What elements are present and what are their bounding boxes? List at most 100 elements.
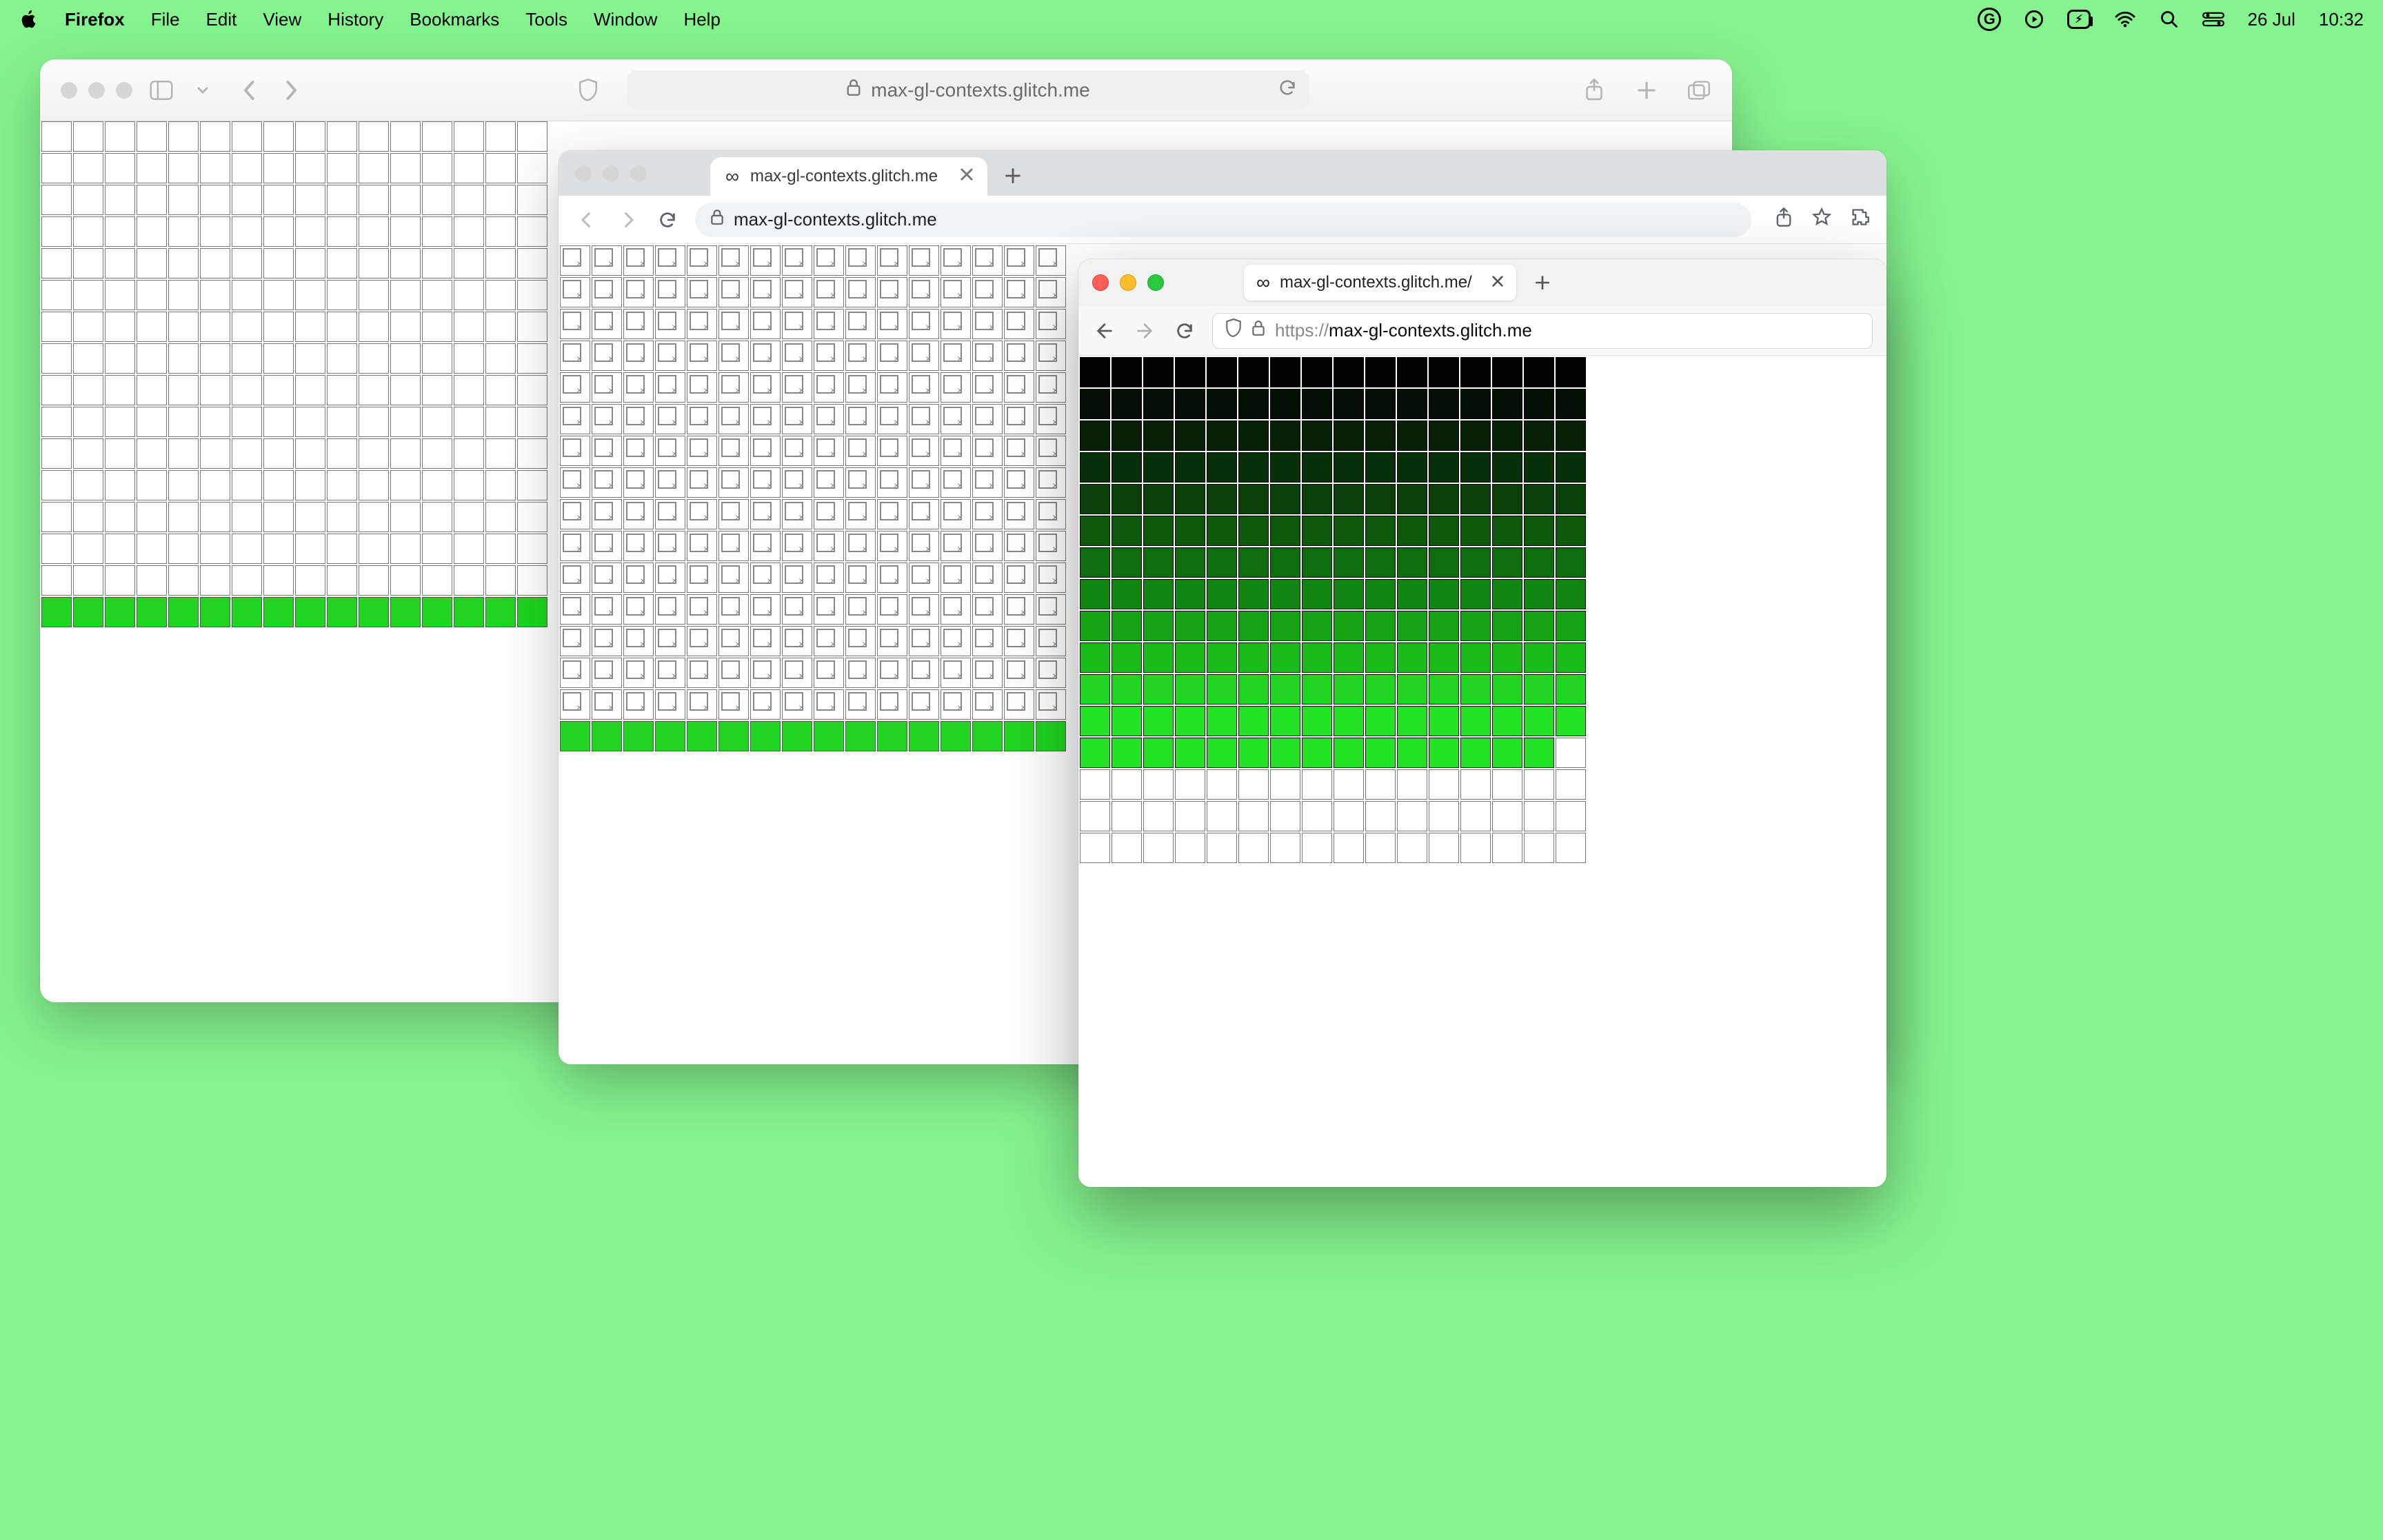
canvas-cell	[877, 245, 907, 276]
canvas-cell	[1143, 516, 1174, 546]
canvas-cell	[1302, 421, 1332, 451]
canvas-cell	[41, 312, 72, 342]
chrome-tab[interactable]: ∞ max-gl-contexts.glitch.me	[710, 157, 987, 196]
canvas-cell	[1397, 674, 1427, 705]
minimize-dot-icon[interactable]	[603, 165, 619, 182]
canvas-cell	[1492, 452, 1522, 483]
canvas-cell	[1524, 389, 1554, 419]
safari-forward-button[interactable]	[279, 78, 303, 103]
firefox-address-bar[interactable]: https://max-gl-contexts.glitch.me	[1212, 313, 1873, 349]
canvas-cell	[560, 277, 590, 307]
safari-sidebar-button[interactable]	[149, 78, 174, 103]
chrome-new-tab-button[interactable]	[996, 159, 1030, 193]
menubar-time[interactable]: 10:32	[2319, 9, 2364, 30]
chrome-extensions-button[interactable]	[1851, 207, 1870, 232]
firefox-back-button[interactable]	[1092, 318, 1117, 343]
menu-tools[interactable]: Tools	[525, 9, 567, 30]
safari-privacy-shield-icon[interactable]	[576, 78, 601, 103]
menu-view[interactable]: View	[263, 9, 301, 30]
zoom-dot-icon[interactable]	[116, 82, 132, 99]
canvas-cell	[1334, 674, 1364, 705]
firefox-new-tab-button[interactable]	[1527, 267, 1558, 298]
chrome-reload-button[interactable]	[655, 207, 680, 232]
firefox-tab[interactable]: ∞ max-gl-contexts.glitch.me/	[1244, 265, 1516, 301]
menu-file[interactable]: File	[151, 9, 180, 30]
canvas-cell	[295, 248, 325, 278]
spotlight-menubar-icon[interactable]	[2160, 10, 2179, 29]
chrome-traffic-lights[interactable]	[575, 165, 647, 182]
canvas-cell	[359, 375, 389, 405]
safari-sidebar-menu-chevron-icon[interactable]	[190, 78, 215, 103]
canvas-cell	[295, 153, 325, 183]
canvas-cell	[1080, 452, 1110, 483]
canvas-cell	[1556, 579, 1586, 609]
canvas-cell	[105, 185, 135, 215]
minimize-dot-icon[interactable]	[88, 82, 105, 99]
canvas-cell	[359, 312, 389, 342]
battery-menubar-icon[interactable]: ⚡︎	[2067, 10, 2090, 29]
canvas-cell	[845, 436, 876, 466]
lock-icon[interactable]	[1251, 320, 1265, 341]
canvas-cell	[359, 343, 389, 374]
canvas-cell	[327, 280, 357, 310]
canvas-cell	[1004, 563, 1034, 593]
firefox-forward-button[interactable]	[1132, 318, 1157, 343]
canvas-cell	[1080, 706, 1110, 736]
screenrec-menubar-icon[interactable]	[2024, 10, 2044, 29]
tracking-protection-icon[interactable]	[1225, 318, 1242, 343]
grammarly-menubar-icon[interactable]: G	[1978, 8, 2001, 31]
canvas-cell	[359, 185, 389, 215]
canvas-cell	[560, 309, 590, 339]
zoom-dot-icon[interactable]	[1147, 274, 1164, 291]
canvas-cell	[655, 689, 685, 720]
safari-new-tab-button[interactable]	[1634, 78, 1659, 103]
menu-history[interactable]: History	[328, 9, 383, 30]
canvas-cell	[1429, 674, 1459, 705]
control-center-menubar-icon[interactable]	[2202, 11, 2224, 28]
canvas-cell	[263, 216, 294, 247]
zoom-dot-icon[interactable]	[630, 165, 647, 182]
chrome-share-button[interactable]	[1775, 207, 1793, 232]
canvas-cell	[560, 436, 590, 466]
close-dot-icon[interactable]	[575, 165, 592, 182]
minimize-dot-icon[interactable]	[1120, 274, 1136, 291]
canvas-cell	[263, 153, 294, 183]
canvas-cell	[1365, 833, 1396, 863]
menu-window[interactable]: Window	[594, 9, 657, 30]
firefox-reload-button[interactable]	[1172, 318, 1197, 343]
wifi-menubar-icon[interactable]	[2114, 10, 2136, 28]
safari-tabs-overview-button[interactable]	[1687, 78, 1711, 103]
safari-reload-button[interactable]	[1278, 78, 1297, 102]
close-dot-icon[interactable]	[1092, 274, 1109, 291]
menu-help[interactable]: Help	[683, 9, 720, 30]
canvas-cell	[1365, 769, 1396, 800]
firefox-traffic-lights[interactable]	[1092, 274, 1164, 291]
apple-menu-icon[interactable]	[19, 9, 39, 30]
safari-back-button[interactable]	[237, 78, 262, 103]
menu-edit[interactable]: Edit	[206, 9, 237, 30]
canvas-cell	[1004, 499, 1034, 529]
canvas-cell	[941, 436, 971, 466]
close-dot-icon[interactable]	[61, 82, 77, 99]
safari-traffic-lights[interactable]	[61, 82, 132, 99]
canvas-cell	[1397, 357, 1427, 387]
safari-share-button[interactable]	[1582, 78, 1607, 103]
menu-bookmarks[interactable]: Bookmarks	[410, 9, 499, 30]
chrome-back-button[interactable]	[575, 207, 600, 232]
canvas-cell	[1270, 706, 1300, 736]
canvas-cell	[941, 531, 971, 561]
canvas-cell	[1397, 833, 1427, 863]
chrome-bookmark-button[interactable]	[1812, 207, 1831, 232]
menubar-app-name[interactable]: Firefox	[65, 9, 125, 30]
canvas-cell	[1175, 611, 1205, 641]
chrome-tab-close-button[interactable]	[960, 167, 974, 186]
canvas-cell	[941, 372, 971, 403]
menubar-date[interactable]: 26 Jul	[2248, 9, 2295, 30]
canvas-cell	[972, 309, 1003, 339]
chrome-forward-button[interactable]	[615, 207, 640, 232]
canvas-cell	[814, 277, 844, 307]
canvas-cell	[1556, 484, 1586, 514]
firefox-tab-close-button[interactable]	[1491, 273, 1504, 292]
safari-address-bar[interactable]: max-gl-contexts.glitch.me	[627, 70, 1309, 110]
chrome-address-bar[interactable]: max-gl-contexts.glitch.me	[695, 203, 1751, 237]
